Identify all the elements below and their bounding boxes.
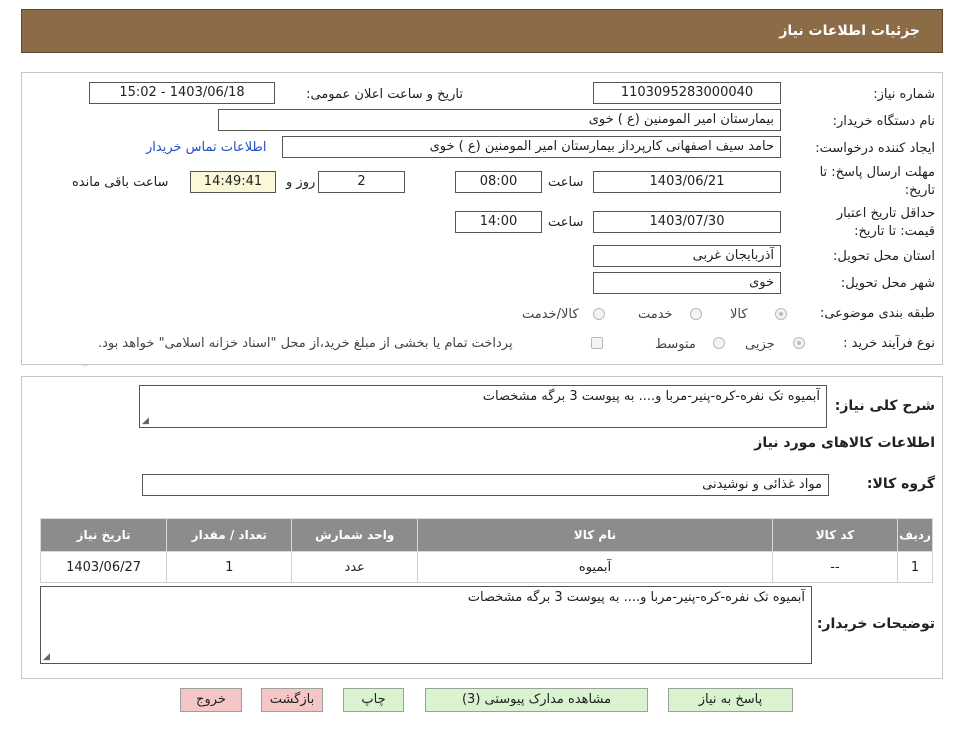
- need-number-field: 1103095283000040: [593, 82, 781, 104]
- summary-text: آبمیوه تک نفره-کره-پنیر-مربا و.... به پی…: [482, 389, 820, 404]
- goods-group-field: مواد غذائی و نوشیدنی: [142, 474, 829, 496]
- contact-buyer-link[interactable]: اطلاعات تماس خریدار: [146, 140, 266, 155]
- print-button[interactable]: چاپ: [343, 688, 404, 712]
- validity-time-field: 14:00: [455, 211, 542, 233]
- summary-textarea: آبمیوه تک نفره-کره-پنیر-مربا و.... به پی…: [139, 385, 827, 428]
- validity-label-1: حداقل تاریخ اعتبار: [836, 206, 935, 221]
- process-label: نوع فرآیند خرید :: [843, 336, 935, 351]
- deadline-date-field: 1403/06/21: [593, 171, 781, 193]
- process-radio-minor[interactable]: [793, 337, 805, 349]
- cell-date: 1403/06/27: [39, 551, 168, 583]
- buyer-notes-label: توضیحات خریدار:: [816, 616, 935, 632]
- view-attachments-button[interactable]: مشاهده مدارک پیوستی (3): [425, 688, 648, 712]
- city-label: شهر محل تحویل:: [840, 276, 935, 291]
- days-label: روز و: [286, 175, 316, 190]
- goods-info-title: اطلاعات کالاهای مورد نیاز: [754, 435, 935, 451]
- city-field: خوی: [593, 272, 781, 294]
- category-option-service: خدمت: [638, 307, 673, 322]
- need-number-label: شماره نیاز:: [873, 87, 935, 102]
- category-label: طبقه بندی موضوعی:: [819, 306, 935, 321]
- buyer-notes-textarea: آبمیوه تک نفره-کره-پنیر-مربا و.... به پی…: [40, 586, 812, 664]
- goods-table-header: ردیف کد کالا نام کالا واحد شمارش تعداد /…: [39, 518, 933, 552]
- deadline-time-field: 08:00: [455, 171, 542, 193]
- remaining-time-field: 14:49:41: [190, 171, 276, 193]
- back-button[interactable]: بازگشت: [261, 688, 323, 712]
- cell-code: --: [771, 551, 899, 583]
- cell-unit: عدد: [291, 551, 419, 583]
- validity-date-field: 1403/07/30: [593, 211, 781, 233]
- remaining-label: ساعت باقی مانده: [72, 175, 169, 190]
- province-field: آذربایجان غربی: [593, 245, 781, 267]
- category-radio-goods[interactable]: [775, 308, 787, 320]
- reply-button[interactable]: پاسخ به نیاز: [668, 688, 793, 712]
- col-date: تاریخ نیاز: [39, 518, 168, 552]
- table-row: 1 -- آبمیوه عدد 1 1403/06/27: [39, 551, 933, 583]
- col-code: کد کالا: [771, 518, 899, 552]
- payment-note: پرداخت تمام یا بخشی از مبلغ خرید،از محل …: [98, 336, 513, 351]
- cell-qty: 1: [166, 551, 293, 583]
- announce-field: 1403/06/18 - 15:02: [89, 82, 275, 104]
- resize-grip-icon[interactable]: ◢: [142, 416, 149, 426]
- cell-name: آبمیوه: [417, 551, 773, 583]
- goods-table: ردیف کد کالا نام کالا واحد شمارش تعداد /…: [39, 518, 933, 583]
- summary-label: شرح کلی نیاز:: [834, 398, 935, 414]
- province-label: استان محل تحویل:: [833, 249, 935, 264]
- col-qty: تعداد / مقدار: [166, 518, 293, 552]
- process-option-minor: جزیی: [745, 337, 775, 352]
- requester-field: حامد سیف اصفهانی کارپرداز بیمارستان امیر…: [282, 136, 781, 158]
- category-option-goods-service: کالا/خدمت: [522, 307, 579, 322]
- validity-label-2: قیمت: تا تاریخ:: [854, 224, 935, 239]
- buyer-notes-text: آبمیوه تک نفره-کره-پنیر-مربا و.... به پی…: [467, 590, 805, 605]
- col-unit: واحد شمارش: [291, 518, 419, 552]
- category-option-goods: کالا: [730, 307, 748, 322]
- buyer-org-field: بیمارستان امیر المومنین (ع ) خوی: [218, 109, 781, 131]
- buyer-org-label: نام دستگاه خریدار:: [832, 114, 935, 129]
- validity-hour-label: ساعت: [548, 215, 584, 230]
- cell-row: 1: [897, 551, 933, 583]
- treasury-payment-checkbox[interactable]: [591, 337, 603, 349]
- days-field: 2: [318, 171, 405, 193]
- deadline-label-1: مهلت ارسال پاسخ: تا: [819, 165, 935, 180]
- category-radio-service[interactable]: [690, 308, 702, 320]
- page-header: جزئیات اطلاعات نیاز: [21, 9, 943, 53]
- requester-label: ایجاد کننده درخواست:: [815, 141, 935, 156]
- resize-grip-icon[interactable]: ◢: [43, 652, 50, 662]
- process-option-medium: متوسط: [655, 337, 696, 352]
- exit-button[interactable]: خروج: [180, 688, 242, 712]
- deadline-hour-label: ساعت: [548, 175, 584, 190]
- category-radio-goods-service[interactable]: [593, 308, 605, 320]
- goods-group-label: گروه کالا:: [866, 476, 935, 492]
- announce-label: تاریخ و ساعت اعلان عمومی:: [306, 87, 463, 102]
- col-row: ردیف: [897, 518, 933, 552]
- process-radio-medium[interactable]: [713, 337, 725, 349]
- deadline-label-2: تاریخ:: [904, 183, 935, 198]
- col-name: نام کالا: [417, 518, 773, 552]
- page-title: جزئیات اطلاعات نیاز: [779, 23, 920, 39]
